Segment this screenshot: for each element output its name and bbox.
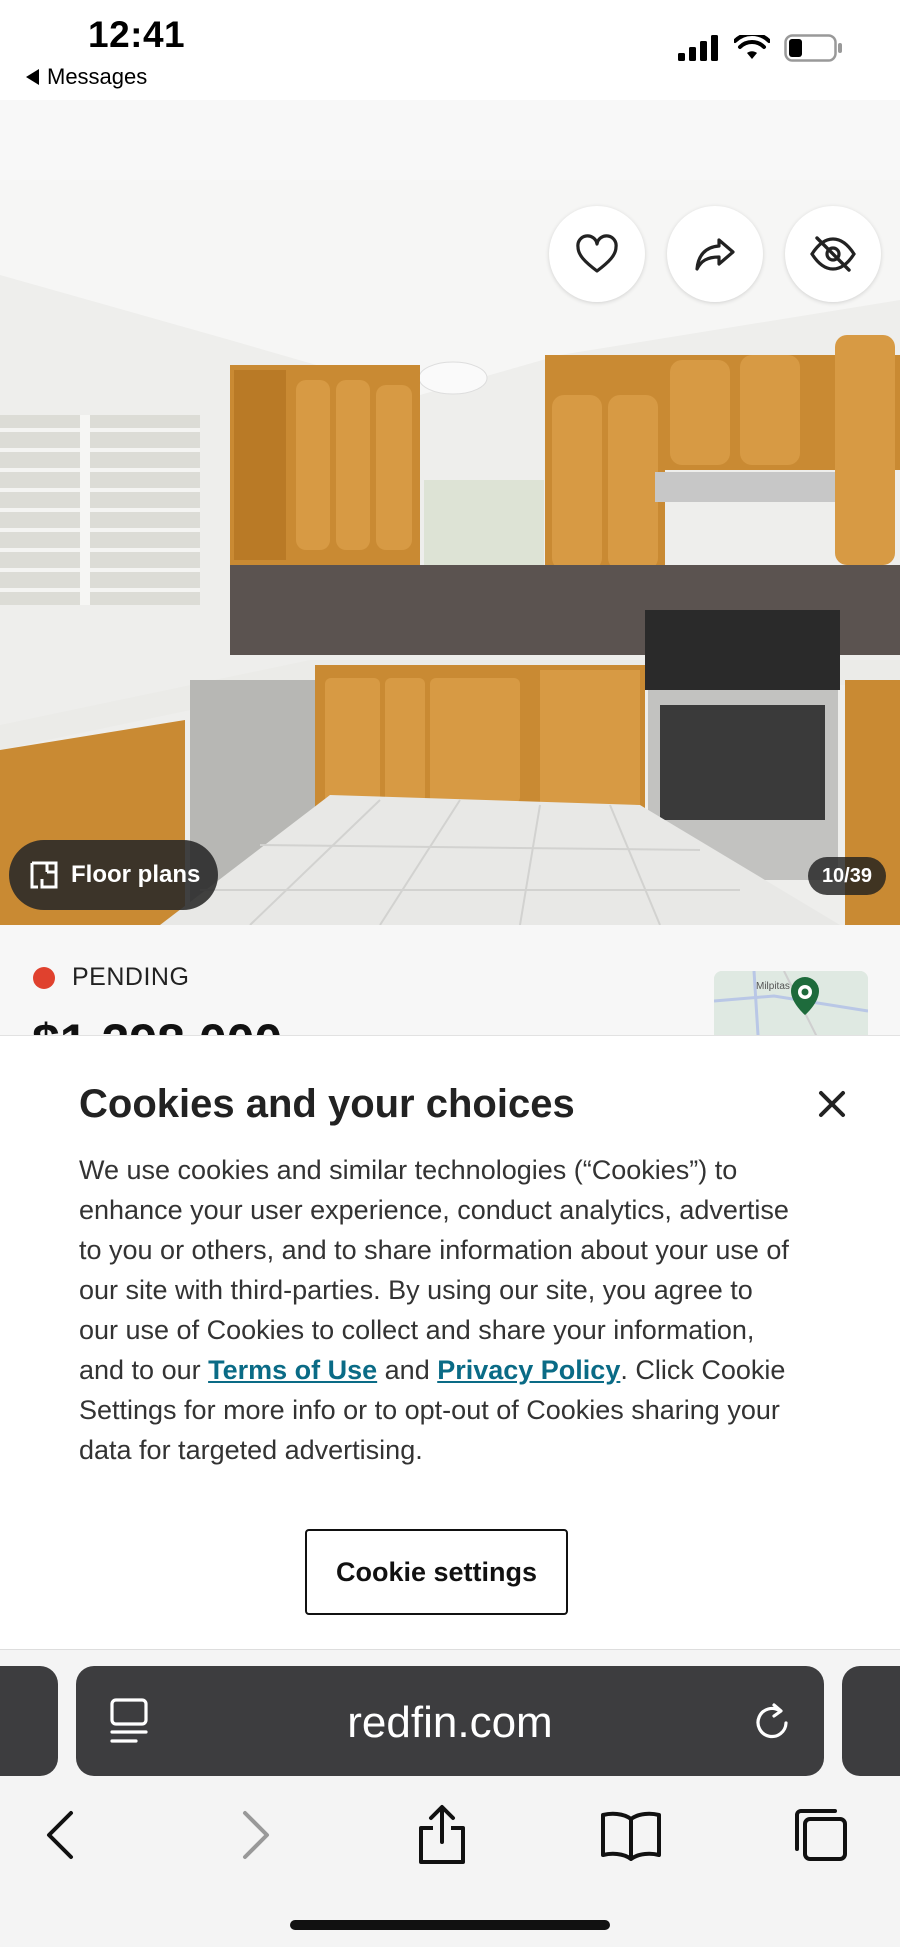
browser-toolbar — [0, 1800, 900, 1890]
status-dot — [33, 967, 55, 989]
hide-listing-button[interactable] — [785, 206, 881, 302]
back-triangle-icon — [26, 69, 39, 85]
cookie-text-and: and — [377, 1355, 438, 1385]
bookmarks-button[interactable] — [596, 1800, 666, 1870]
back-button[interactable] — [26, 1800, 96, 1870]
home-indicator — [290, 1920, 610, 1930]
back-icon — [47, 1811, 73, 1859]
status-time: 12:41 — [88, 14, 186, 55]
tabs-icon — [795, 1809, 847, 1861]
share-icon — [695, 238, 735, 271]
battery-icon — [784, 34, 842, 62]
cookie-title: Cookies and your choices — [79, 1082, 575, 1126]
wifi-icon — [734, 35, 770, 59]
listing-photo[interactable]: Floor plans 10/39 — [0, 180, 900, 925]
map-illustration: Milpitas — [714, 971, 868, 1035]
signal-icon — [678, 35, 718, 61]
listing-price: $1,298,000 — [32, 1013, 282, 1035]
listing-summary: PENDING $1,298,000 Milpitas — [0, 925, 900, 1035]
close-cookie-button[interactable] — [812, 1084, 852, 1124]
share-listing-button[interactable] — [667, 206, 763, 302]
listing-status: PENDING — [72, 963, 190, 991]
floor-plans-button[interactable]: Floor plans — [9, 840, 219, 910]
browser-chrome: redfin.com — [0, 1649, 900, 1947]
cookie-consent-sheet: Cookies and your choices We use cookies … — [0, 1035, 900, 1649]
system-icons — [678, 34, 844, 62]
forward-button[interactable] — [220, 1800, 290, 1870]
reload-icon[interactable] — [750, 1696, 796, 1746]
status-bar: 12:41 Messages — [0, 0, 900, 100]
favorite-button[interactable] — [549, 206, 645, 302]
cookie-text-part1: We use cookies and similar technologies … — [79, 1155, 789, 1385]
url-text: redfin.com — [347, 1698, 553, 1747]
back-app-label: Messages — [47, 64, 148, 89]
previous-tab-edge[interactable] — [0, 1666, 58, 1776]
hide-icon — [810, 236, 856, 272]
heart-icon — [576, 234, 618, 273]
share-page-button[interactable] — [407, 1800, 477, 1870]
terms-of-use-link[interactable]: Terms of Use — [208, 1355, 377, 1385]
share-icon — [419, 1805, 465, 1864]
map-label: Milpitas — [756, 981, 790, 992]
bookmarks-icon — [601, 1811, 661, 1861]
page-header-space — [0, 100, 900, 180]
kitchen-photo-illustration — [0, 180, 900, 925]
address-bar[interactable]: redfin.com — [76, 1666, 824, 1776]
close-icon — [819, 1091, 845, 1117]
tabs-button[interactable] — [786, 1800, 856, 1870]
privacy-policy-link[interactable]: Privacy Policy — [437, 1355, 620, 1385]
cookie-settings-button[interactable]: Cookie settings — [305, 1529, 568, 1615]
photo-counter: 10/39 — [807, 857, 886, 895]
floor-plans-label: Floor plans — [71, 861, 201, 888]
cookie-body-text: We use cookies and similar technologies … — [79, 1150, 799, 1470]
next-tab-edge[interactable] — [842, 1666, 900, 1776]
back-to-messages[interactable]: Messages — [26, 64, 147, 90]
forward-icon — [243, 1811, 269, 1859]
floor-plan-icon — [30, 861, 58, 889]
map-thumbnail[interactable]: Milpitas — [714, 971, 868, 1035]
